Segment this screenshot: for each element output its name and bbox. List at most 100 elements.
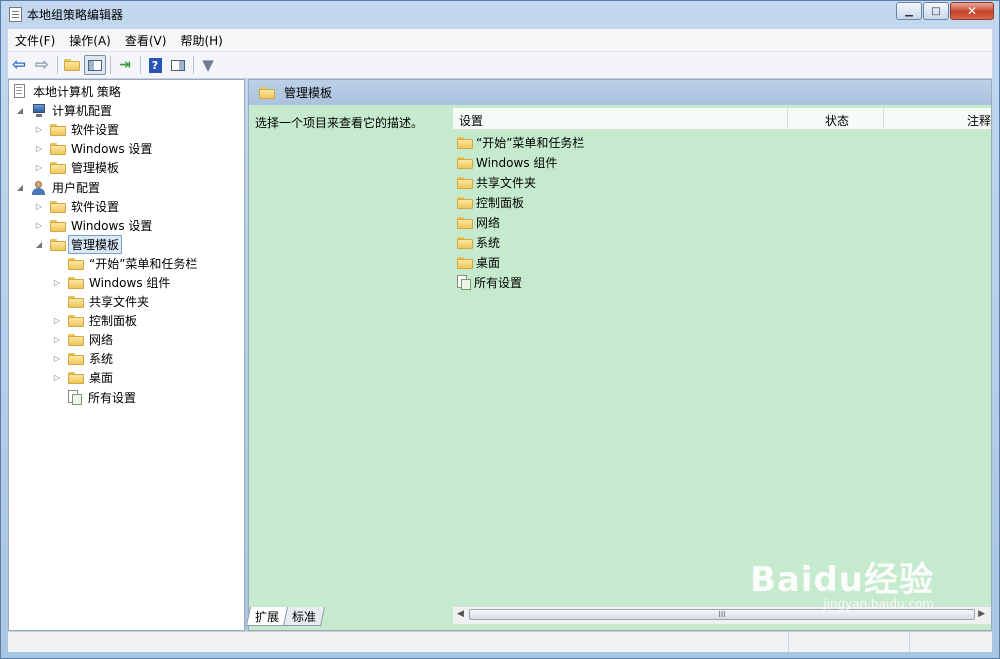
list-item-label: 共享文件夹: [476, 176, 537, 190]
tree-label-selected: 管理模板: [68, 235, 123, 254]
scroll-left-icon[interactable]: ◀: [457, 609, 464, 619]
tree-label: 桌面: [89, 371, 114, 385]
column-header-comment[interactable]: 注释: [967, 112, 991, 129]
minimize-button[interactable]: ▁: [896, 2, 922, 20]
tree-node-computer-admin[interactable]: ▷ 管理模板: [34, 158, 119, 177]
tree-node-shared-folders[interactable]: ▷ 共享文件夹: [52, 292, 149, 311]
tree-label: 系统: [89, 352, 114, 366]
export-list-button[interactable]: ⇥: [114, 55, 136, 75]
folder-icon: [457, 196, 473, 209]
tree-node-root[interactable]: 本地计算机 策略: [13, 82, 121, 101]
tree-label: 用户配置: [52, 181, 101, 195]
folder-icon: [457, 256, 473, 269]
scroll-right-icon[interactable]: ▶: [978, 609, 985, 619]
help-button[interactable]: ?: [144, 55, 166, 75]
details-header-title: 管理模板: [284, 86, 333, 100]
collapse-arrow-icon[interactable]: ◢: [34, 240, 44, 250]
settings-list[interactable]: 设置 状态 注释 “开始”菜单和任务栏 Windows 组件 共享文件夹 控制面…: [453, 106, 991, 606]
folder-icon: [50, 238, 66, 251]
back-button[interactable]: ⇦: [8, 55, 30, 75]
action-pane-button[interactable]: [167, 55, 189, 75]
show-hide-tree-icon: [88, 59, 102, 71]
status-cell: [789, 632, 910, 652]
description-text: 选择一个项目来查看它的描述。: [255, 116, 424, 130]
tree-node-computer-software[interactable]: ▷ 软件设置: [34, 120, 119, 139]
list-item[interactable]: Windows 组件: [457, 153, 557, 172]
folder-icon: [457, 136, 473, 149]
menu-file[interactable]: 文件(F): [8, 32, 62, 49]
scroll-grip-icon: III: [718, 610, 726, 619]
expand-arrow-icon[interactable]: ▷: [52, 316, 62, 326]
menu-view[interactable]: 查看(V): [118, 32, 174, 49]
list-item[interactable]: 所有设置: [457, 273, 522, 292]
list-item[interactable]: 共享文件夹: [457, 173, 536, 192]
list-item[interactable]: “开始”菜单和任务栏: [457, 133, 584, 152]
tree-node-desktop[interactable]: ▷ 桌面: [52, 368, 113, 387]
up-folder-icon: [64, 59, 80, 71]
up-one-level-button[interactable]: [61, 55, 83, 75]
folder-icon: [68, 276, 84, 289]
menu-help[interactable]: 帮助(H): [173, 32, 229, 49]
folder-icon: [68, 295, 84, 308]
expand-arrow-icon[interactable]: ▷: [34, 221, 44, 231]
expand-arrow-icon[interactable]: ▷: [52, 335, 62, 345]
main-content: 本地计算机 策略 ◢ 计算机配置 ▷ 软件设置 ▷ Windows 设置 ▷ 管…: [8, 79, 992, 631]
baidu-watermark-logo: Baidu经验: [749, 560, 934, 600]
column-divider[interactable]: [787, 108, 788, 129]
status-cell: [8, 632, 789, 652]
column-header-setting[interactable]: 设置: [459, 112, 483, 129]
title-bar[interactable]: 本地组策略编辑器 ▁ □ ✕: [1, 1, 999, 29]
close-button[interactable]: ✕: [950, 2, 994, 20]
export-list-icon: ⇥: [119, 57, 131, 73]
folder-icon: [457, 236, 473, 249]
folder-icon: [50, 142, 66, 155]
navigation-tree[interactable]: 本地计算机 策略 ◢ 计算机配置 ▷ 软件设置 ▷ Windows 设置 ▷ 管…: [8, 79, 245, 631]
toolbar: ⇦ ⇨ ⇥ ? ▼: [8, 52, 992, 79]
expand-arrow-icon[interactable]: ▷: [52, 278, 62, 288]
column-divider[interactable]: [883, 108, 884, 129]
expand-arrow-icon[interactable]: ▷: [34, 125, 44, 135]
filter-button[interactable]: ▼: [197, 55, 219, 75]
tree-node-all-settings[interactable]: ▷ 所有设置: [52, 388, 136, 407]
list-item[interactable]: 桌面: [457, 253, 500, 272]
tree-node-control-panel[interactable]: ▷ 控制面板: [52, 311, 137, 330]
tree-node-system[interactable]: ▷ 系统: [52, 349, 113, 368]
maximize-button[interactable]: □: [923, 2, 949, 20]
tree-node-start-menu[interactable]: ▷ “开始”菜单和任务栏: [52, 254, 197, 273]
tree-node-windows-components[interactable]: ▷ Windows 组件: [52, 273, 170, 292]
expand-arrow-icon[interactable]: ▷: [34, 202, 44, 212]
tab-extended[interactable]: 扩展: [245, 607, 289, 626]
collapse-arrow-icon[interactable]: ◢: [15, 183, 25, 193]
menu-action[interactable]: 操作(A): [62, 32, 118, 49]
tree-node-user-software[interactable]: ▷ 软件设置: [34, 197, 119, 216]
expand-arrow-icon[interactable]: ▷: [34, 144, 44, 154]
list-item[interactable]: 网络: [457, 213, 500, 232]
tree-node-computer-windows[interactable]: ▷ Windows 设置: [34, 139, 152, 158]
tree-node-user-admin[interactable]: ◢ 管理模板: [34, 235, 123, 254]
list-item[interactable]: 控制面板: [457, 193, 524, 212]
forward-button[interactable]: ⇨: [31, 55, 53, 75]
expand-arrow-icon[interactable]: ▷: [52, 373, 62, 383]
tab-standard[interactable]: 标准: [282, 607, 326, 626]
list-header: 设置 状态 注释: [453, 108, 991, 130]
show-hide-tree-button[interactable]: [84, 55, 106, 75]
tree-label: 共享文件夹: [89, 295, 150, 309]
baidu-watermark-url: jingyan.baidu.com: [823, 597, 934, 611]
tree-node-user-windows[interactable]: ▷ Windows 设置: [34, 216, 152, 235]
tree-label: Windows 组件: [89, 276, 171, 290]
tree-node-network[interactable]: ▷ 网络: [52, 330, 113, 349]
collapse-arrow-icon[interactable]: ◢: [15, 106, 25, 116]
tree-label: Windows 设置: [71, 219, 153, 233]
tree-node-user-config[interactable]: ◢ 用户配置: [15, 178, 100, 197]
list-item-label: 所有设置: [474, 276, 523, 290]
expand-arrow-icon[interactable]: ▷: [52, 354, 62, 364]
tree-node-computer-config[interactable]: ◢ 计算机配置: [15, 101, 112, 120]
expand-arrow-icon[interactable]: ▷: [34, 163, 44, 173]
tree-label: 网络: [89, 333, 114, 347]
folder-icon: [50, 200, 66, 213]
column-header-state[interactable]: 状态: [825, 112, 849, 129]
list-item[interactable]: 系统: [457, 233, 500, 252]
list-item-label: 网络: [476, 216, 501, 230]
tree-label: 软件设置: [71, 200, 120, 214]
tree-label: “开始”菜单和任务栏: [89, 257, 198, 271]
